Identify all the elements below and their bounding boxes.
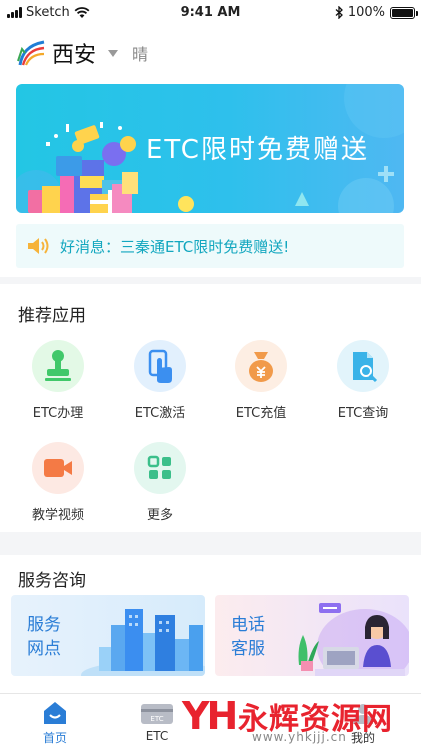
app-label: 更多 [146,508,173,523]
promo-banner[interactable]: ETC限时免费赠送 [16,84,404,213]
app-logo-icon [17,40,45,66]
tap-hand-icon [134,340,186,392]
home-header-card: 西安 晴 ETC限时免费赠送 好消息：三秦通ETC限时免费赠送! [0,26,421,277]
banner-title: ETC限时免费赠送 [146,135,369,165]
speaker-icon [28,238,49,254]
app-screen: Sketch 9:41 AM 100% 西安 晴 ETC限时免费赠送 好消息：三… [0,0,421,750]
document-search-icon [337,340,389,392]
app-etc-activate[interactable]: ETC激活 [110,340,210,421]
service-outlets-label: 服务 网点 [27,615,61,659]
app-etc-recharge[interactable]: ETC充值 [211,340,311,421]
app-tutorial-video[interactable]: 教学视频 [8,442,108,523]
battery-icon [390,6,418,19]
chevron-down-icon [108,49,119,57]
svg-text:ETC: ETC [150,715,163,723]
app-more[interactable]: 更多 [110,442,210,523]
watermark-url: www.yhkjjj.cn [252,730,347,744]
service-hotline-label: 电话 客服 [231,615,265,659]
battery-percent: 100% [347,5,385,20]
app-label: ETC充值 [235,406,287,421]
app-label: 教学视频 [31,508,84,523]
home-icon [44,702,66,724]
etc-card-icon: ETC [141,704,173,724]
service-outlets-card[interactable]: 服务 网点 [11,595,205,676]
notice-bar[interactable]: 好消息：三秦通ETC限时免费赠送! [16,224,404,268]
status-bar: Sketch 9:41 AM 100% [0,0,421,26]
app-label: ETC办理 [32,406,84,421]
service-section: 服务咨询 服务 网点 电话 客服 [0,555,421,693]
app-label: ETC激活 [134,406,186,421]
section-title: 推荐应用 [18,306,86,326]
recommended-apps-section: 推荐应用 ETC办理 ETC激活 ETC充值 ETC查询 教学视频 更多 [0,284,421,532]
money-bag-icon [235,340,287,392]
watermark: YH 永辉资源网 www.yhkjjj.cn [178,688,421,750]
app-label: ETC查询 [337,406,389,421]
tab-label: 首页 [42,731,67,745]
section-title: 服务咨询 [18,571,86,591]
app-etc-query[interactable]: ETC查询 [313,340,413,421]
weather-label: 晴 [132,45,149,64]
service-hotline-card[interactable]: 电话 客服 [215,595,409,676]
tab-home[interactable]: 首页 [5,694,105,750]
watermark-logo: YH [182,694,238,738]
city-name: 西安 [52,43,97,68]
stamp-icon [32,340,84,392]
bluetooth-icon [335,6,343,19]
city-selector[interactable]: 西安 晴 [16,38,148,68]
app-etc-apply[interactable]: ETC办理 [8,340,108,421]
notice-text: 好消息：三秦通ETC限时免费赠送! [60,237,290,256]
video-camera-icon [32,442,84,494]
grid-icon [134,442,186,494]
